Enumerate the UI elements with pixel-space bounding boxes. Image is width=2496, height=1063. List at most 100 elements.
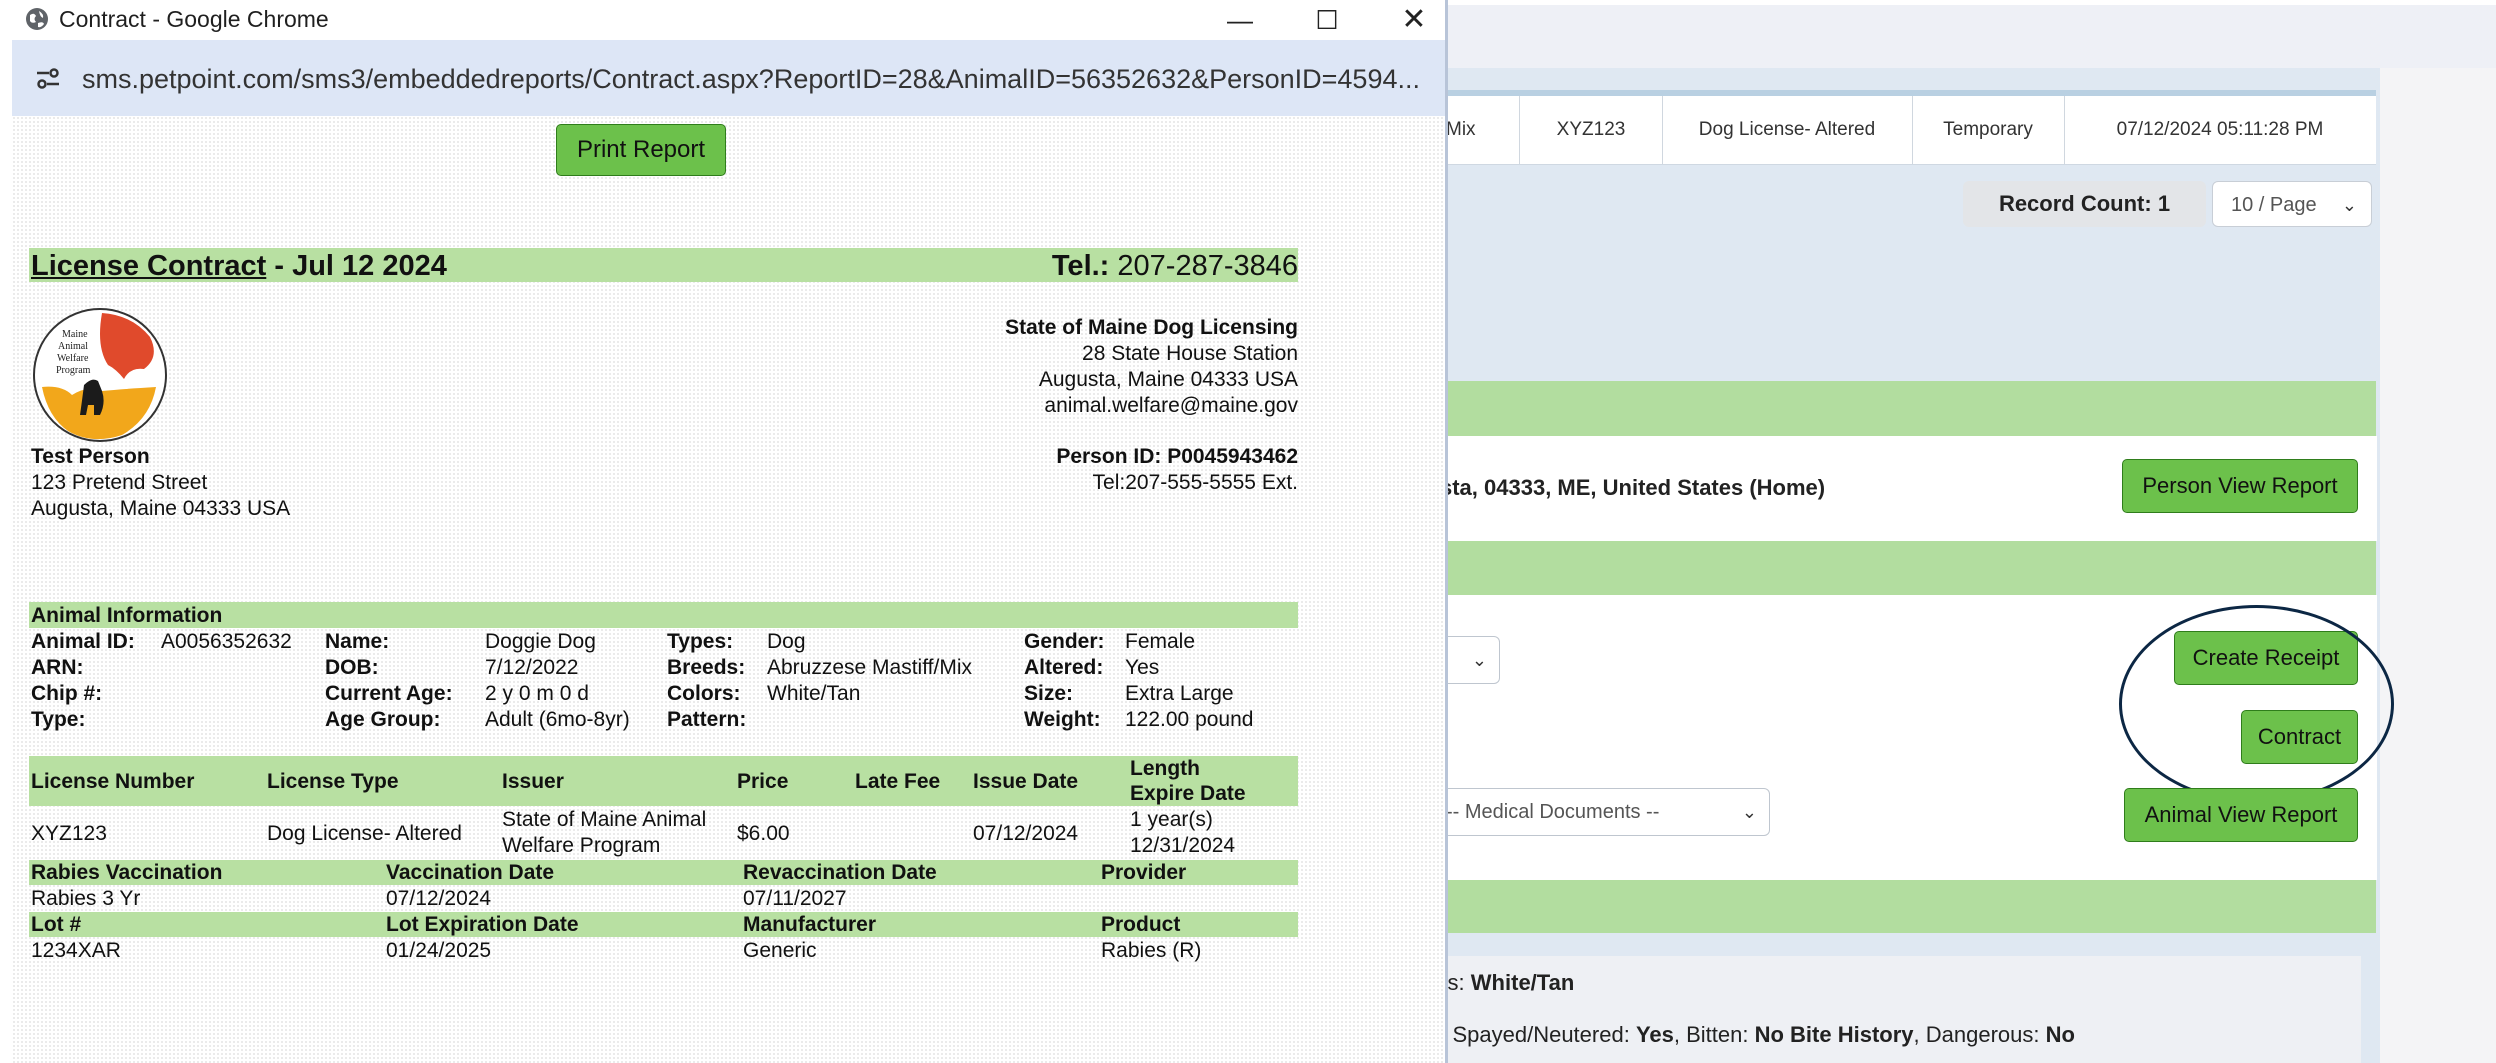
person-id-label: Person ID:: [1056, 445, 1162, 468]
contract-report: Print Report License Contract - Jul 12 2…: [12, 116, 1445, 1063]
issue-date-value: 07/12/2024: [973, 822, 1079, 845]
page-size-value: 10 / Page: [2231, 194, 2317, 216]
site-settings-icon[interactable]: [34, 64, 62, 97]
type-label: Type:: [31, 708, 86, 731]
types-value: Dog: [767, 630, 806, 653]
vaccination-date-header: Vaccination Date: [386, 861, 555, 884]
record-count: Record Count: 1: [1963, 181, 2206, 227]
license-grid-row[interactable]: Mix XYZ123 Dog License- Altered Temporar…: [1440, 90, 2376, 165]
org-address-2: Augusta, Maine 04333 USA: [1038, 368, 1298, 391]
animal-details-line: 2, Spayed/Neutered: Yes, Bitten: No Bite…: [1428, 1022, 2075, 1048]
product-header: Product: [1101, 913, 1181, 936]
section-header-band: [1440, 541, 2376, 595]
address-bar[interactable]: sms.petpoint.com/sms3/embeddedreports/Co…: [12, 40, 1445, 116]
highlight-annotation-circle: [2119, 605, 2394, 803]
bitten-label: , Bitten:: [1673, 1022, 1755, 1047]
spayed-label: , Spayed/Neutered:: [1440, 1022, 1636, 1047]
license-type-value: Dog License- Altered: [267, 822, 462, 845]
altered-label: Altered:: [1024, 656, 1104, 679]
revaccination-date-value: 07/11/2027: [743, 887, 847, 910]
print-report-button[interactable]: Print Report: [556, 124, 726, 176]
altered-value: Yes: [1125, 656, 1160, 679]
close-icon[interactable]: ✕: [1384, 0, 1444, 40]
grid-cell-date: 07/12/2024 05:11:28 PM: [2116, 119, 2324, 140]
rabies-vaccination-value: Rabies 3 Yr: [31, 887, 141, 910]
report-title-link: License Contract: [31, 250, 267, 282]
chevron-down-icon: ⌄: [1471, 650, 1487, 670]
spayed-value: Yes: [1635, 1022, 1674, 1047]
name-value: Doggie Dog: [485, 630, 596, 653]
arn-label: ARN:: [31, 656, 84, 679]
svg-text:Maine: Maine: [62, 329, 88, 340]
org-name: State of Maine Dog Licensing: [1005, 316, 1298, 339]
weight-value: 122.00 pound: [1125, 708, 1254, 731]
person-id-value: P0045943462: [1161, 445, 1298, 468]
vaccination-date-value: 07/12/2024: [386, 887, 492, 910]
svg-text:Welfare: Welfare: [57, 353, 89, 364]
animal-id-value: A0056352632: [161, 630, 292, 653]
lot-expiration-header: Lot Expiration Date: [386, 913, 579, 936]
colors-value: White/Tan: [767, 682, 861, 705]
medical-documents-value: -- Medical Documents --: [1446, 801, 1660, 823]
types-label: Types:: [667, 630, 734, 653]
col-issue-date: Issue Date: [973, 770, 1079, 793]
col-license-number: License Number: [31, 770, 195, 793]
url-text[interactable]: sms.petpoint.com/sms3/embeddedreports/Co…: [82, 64, 1420, 95]
grid-cell-breed: Mix: [1440, 96, 1520, 164]
issuer-line-2: Welfare Program: [502, 834, 661, 857]
maximize-icon[interactable]: ☐: [1297, 0, 1357, 40]
report-title: License Contract - Jul 12 2024: [31, 250, 447, 282]
page-size-select[interactable]: 10 / Page ⌄: [2212, 181, 2372, 227]
license-number-value: XYZ123: [31, 822, 107, 845]
person-address: sta, 04333, ME, United States (Home): [1440, 475, 1826, 500]
background-top-strip: [1440, 5, 2496, 68]
medical-documents-select[interactable]: -- Medical Documents -- ⌄: [1440, 788, 1770, 836]
lot-number-value: 1234XAR: [31, 939, 121, 962]
tel-value: 207-287-3846: [1109, 250, 1298, 282]
gender-value: Female: [1125, 630, 1196, 653]
provider-header: Provider: [1101, 861, 1187, 884]
section-header-band: [1440, 880, 2376, 933]
col-price: Price: [737, 770, 789, 793]
length-value: 1 year(s): [1130, 808, 1213, 831]
license-table-header-band: [29, 756, 1298, 806]
tel-label: Tel.:: [1051, 250, 1110, 282]
animal-info-heading: Animal Information: [31, 604, 223, 627]
col-issuer: Issuer: [502, 770, 564, 793]
contract-popup-window[interactable]: Contract - Google Chrome — ☐ ✕ sms.petpo…: [12, 0, 1448, 1063]
report-phone: Tel.: 207-287-3846: [1020, 250, 1298, 282]
breeds-value: Abruzzese Mastiff/Mix: [767, 656, 973, 679]
dob-label: DOB:: [325, 656, 379, 679]
col-expire-date: Expire Date: [1130, 782, 1246, 805]
current-age-value: 2 y 0 m 0 d: [485, 682, 589, 705]
grid-cell-status: Temporary: [1912, 96, 2065, 164]
age-group-label: Age Group:: [325, 708, 441, 731]
current-age-label: Current Age:: [325, 682, 453, 705]
person-address-1: 123 Pretend Street: [31, 471, 208, 494]
person-view-report-button[interactable]: Person View Report: [2122, 459, 2358, 513]
pattern-label: Pattern:: [667, 708, 747, 731]
age-group-value: Adult (6mo-8yr): [485, 708, 630, 731]
gender-label: Gender:: [1024, 630, 1105, 653]
chip-label: Chip #:: [31, 682, 103, 705]
size-value: Extra Large: [1125, 682, 1234, 705]
price-value: $6.00: [737, 822, 790, 845]
person-tel: Tel:207-555-5555 Ext.: [1092, 471, 1298, 494]
action-select[interactable]: ⌄: [1440, 636, 1500, 684]
animal-view-report-button[interactable]: Animal View Report: [2124, 788, 2358, 842]
grid-cell-license-number: XYZ123: [1520, 96, 1663, 164]
svg-text:Animal: Animal: [58, 341, 88, 352]
minimize-icon[interactable]: —: [1210, 0, 1270, 40]
person-address-2: Augusta, Maine 04333 USA: [31, 497, 291, 520]
section-header-band: [1440, 381, 2376, 436]
col-late-fee: Late Fee: [855, 770, 941, 793]
dob-value: 7/12/2022: [485, 656, 579, 679]
bitten-value: No Bite History: [1754, 1022, 1914, 1047]
org-email: animal.welfare@maine.gov: [1044, 394, 1298, 417]
colors-value: White/Tan: [1470, 970, 1575, 995]
background-right-gutter: [2380, 68, 2496, 1063]
org-address-1: 28 State House Station: [1082, 342, 1298, 365]
window-titlebar[interactable]: Contract - Google Chrome — ☐ ✕: [12, 0, 1445, 40]
manufacturer-value: Generic: [743, 939, 817, 962]
svg-text:Program: Program: [56, 365, 91, 376]
